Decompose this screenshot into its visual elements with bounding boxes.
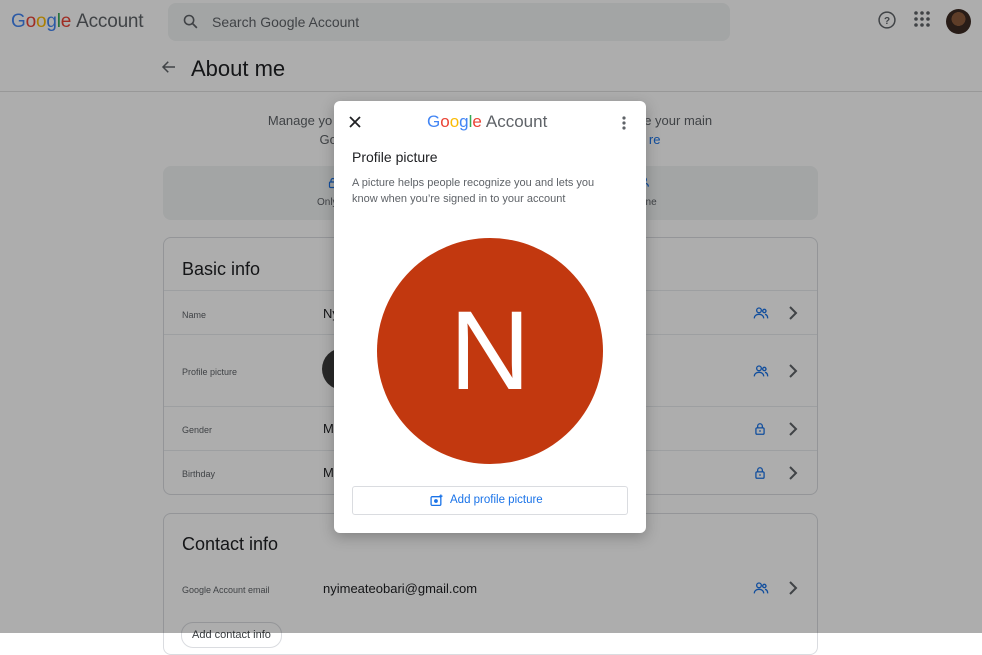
dialog-account-wordmark: Account (485, 112, 548, 131)
add-profile-picture-label: Add profile picture (450, 494, 543, 506)
dialog-google-account-logo: Google Account (427, 112, 547, 132)
dialog-description: A picture helps people recognize you and… (352, 177, 595, 205)
add-profile-picture-button[interactable]: Add profile picture (352, 486, 628, 515)
more-options-icon[interactable] (619, 115, 629, 131)
dialog-title: Profile picture (352, 149, 438, 165)
profile-avatar-large: N (377, 238, 603, 464)
add-photo-icon (430, 494, 443, 507)
close-icon[interactable] (348, 115, 362, 129)
profile-picture-dialog: Google Account Profile picture A picture … (334, 101, 646, 533)
dialog-google-wordmark: Google (427, 112, 482, 131)
